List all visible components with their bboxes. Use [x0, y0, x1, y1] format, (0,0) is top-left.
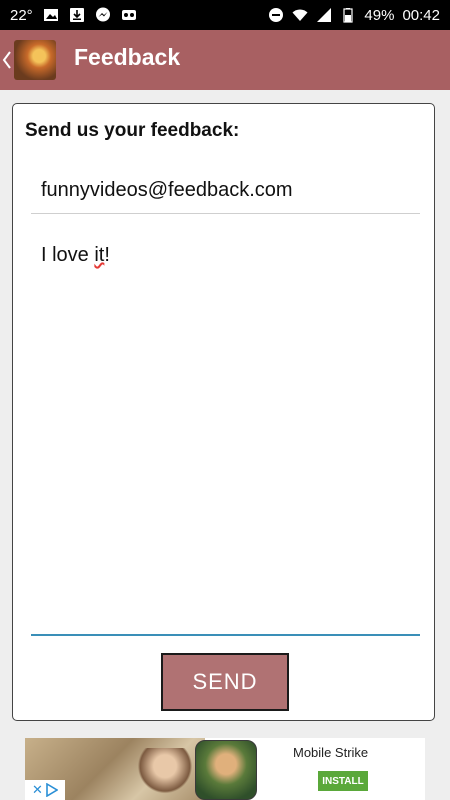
ad-install-button[interactable]: INSTALL [318, 771, 368, 791]
ad-app-icon[interactable] [195, 740, 257, 800]
battery-icon [340, 7, 356, 23]
temperature-label: 22° [10, 6, 33, 24]
mask-icon [121, 7, 137, 23]
back-chevron-icon[interactable] [2, 50, 12, 70]
do-not-disturb-icon [268, 7, 284, 23]
status-bar: 22° 49% 00:42 [0, 0, 450, 30]
ad-banner[interactable]: Mobile Strike INSTALL [25, 738, 425, 800]
message-field[interactable]: I love it! [31, 244, 420, 636]
send-button[interactable]: SEND [161, 653, 289, 711]
feedback-card: Send us your feedback: I love it! SEND [12, 103, 435, 721]
ad-choices-icon[interactable] [46, 783, 58, 797]
wifi-icon [292, 7, 308, 23]
signal-icon [316, 7, 332, 23]
messenger-icon [95, 7, 111, 23]
clock: 00:42 [402, 6, 440, 24]
message-misspelled-word: it [94, 244, 105, 266]
message-text-prefix: I love [41, 244, 95, 266]
ad-choices[interactable]: ✕ [25, 780, 65, 800]
feedback-heading: Send us your feedback: [25, 120, 240, 141]
image-icon [43, 7, 59, 23]
page-title: Feedback [74, 44, 181, 70]
app-logo[interactable] [14, 40, 56, 80]
email-field[interactable] [31, 168, 420, 214]
ad-title: Mobile Strike [293, 745, 369, 760]
message-text-suffix: ! [104, 244, 110, 266]
battery-percent: 49% [364, 6, 395, 24]
ad-close-icon[interactable]: ✕ [32, 783, 43, 798]
ad-soldier-image [135, 748, 195, 800]
app-bar: Feedback [0, 30, 450, 90]
download-icon [69, 7, 85, 23]
